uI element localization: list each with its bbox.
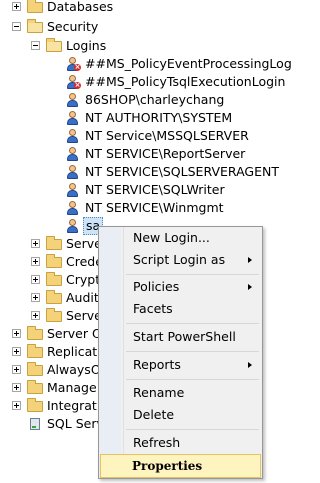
menu-item-refresh[interactable]: Refresh (100, 432, 261, 454)
login-name: NT Service\MSSQLSERVER (85, 128, 249, 143)
login-icon (65, 164, 81, 180)
login-icon (65, 92, 81, 108)
collapse-icon[interactable] (12, 22, 21, 31)
login-name: ##MS_PolicyEventProcessingLog (85, 56, 292, 71)
login-icon (65, 218, 81, 234)
expand-icon[interactable] (12, 401, 21, 410)
folder-icon (27, 398, 43, 412)
node-label: Audit (66, 290, 99, 305)
folder-icon (46, 236, 62, 250)
node-label: SQL Serv (47, 416, 104, 431)
folder-icon (46, 290, 62, 304)
menu-item-label: Start PowerShell (133, 329, 236, 344)
expand-icon[interactable] (12, 347, 21, 356)
folder-icon (46, 308, 62, 322)
node-label: Serve (66, 236, 102, 251)
menu-item-delete[interactable]: Delete (100, 404, 261, 426)
collapse-icon[interactable] (31, 41, 40, 50)
login-name: NT SERVICE\SQLWriter (85, 182, 225, 197)
node-label: Serve (66, 308, 102, 323)
menu-separator (126, 274, 259, 275)
menu-item-new-login[interactable]: New Login... (100, 227, 261, 249)
expand-icon[interactable] (31, 293, 40, 302)
login-icon (65, 146, 81, 162)
login-icon (65, 128, 81, 144)
node-label: Security (47, 19, 99, 34)
menu-item-label: New Login... (133, 230, 210, 245)
node-label: Logins (66, 38, 107, 53)
menu-item-label: Delete (133, 407, 175, 422)
login-name: NT SERVICE\ReportServer (85, 146, 246, 161)
expand-icon[interactable] (31, 311, 40, 320)
expand-icon[interactable] (31, 257, 40, 266)
menu-item-label: Rename (133, 385, 185, 400)
folder-icon (27, 362, 43, 376)
sql-agent-icon (28, 417, 42, 431)
menu-item-label: Reports (133, 357, 181, 372)
menu-item-facets[interactable]: Facets (100, 298, 261, 320)
folder-open-icon (46, 38, 62, 52)
folder-icon (27, 380, 43, 394)
menu-item-label: Script Login as (133, 252, 226, 267)
menu-item-policies[interactable]: Policies (100, 276, 261, 298)
menu-separator (126, 379, 259, 380)
disabled-login-icon: × (65, 56, 81, 72)
submenu-arrow-icon (248, 284, 252, 290)
login-name: NT SERVICE\SQLSERVERAGENT (85, 164, 279, 179)
submenu-arrow-icon (248, 362, 252, 368)
node-label: Databases (47, 0, 114, 14)
node-label: Manage (47, 380, 97, 395)
menu-separator (126, 323, 259, 324)
menu-item-label: Facets (133, 301, 173, 316)
menu-item-start-powershell[interactable]: Start PowerShell (100, 326, 261, 348)
expand-icon[interactable] (12, 383, 21, 392)
menu-item-label: Properties (132, 459, 203, 473)
login-icon (65, 182, 81, 198)
login-name: ##MS_PolicyTsqlExecutionLogin (85, 74, 286, 89)
folder-icon (27, 344, 43, 358)
menu-separator (126, 351, 259, 352)
expand-icon[interactable] (31, 275, 40, 284)
node-label: Server O (47, 326, 102, 341)
login-name: NT SERVICE\Winmgmt (85, 200, 224, 215)
expand-icon[interactable] (12, 365, 21, 374)
folder-icon (46, 254, 62, 268)
menu-item-script-login-as[interactable]: Script Login as (100, 249, 261, 271)
login-name: NT AUTHORITY\SYSTEM (85, 110, 233, 125)
menu-item-reports[interactable]: Reports (100, 354, 261, 376)
menu-item-label: Refresh (133, 435, 181, 450)
menu-item-properties[interactable]: Properties (100, 454, 261, 478)
folder-open-icon (27, 19, 43, 33)
menu-item-label: Policies (133, 279, 180, 294)
disabled-login-icon: × (65, 74, 81, 90)
folder-icon (46, 272, 62, 286)
expand-icon[interactable] (12, 2, 21, 11)
node-label: Crypt (66, 272, 101, 287)
node-label: AlwaysO (47, 362, 101, 377)
login-name: 86SHOP\charleychang (85, 92, 225, 107)
menu-separator (126, 429, 259, 430)
folder-icon (27, 326, 43, 340)
context-menu: New Login... Script Login as Policies Fa… (98, 226, 263, 479)
submenu-arrow-icon (248, 257, 252, 263)
expand-icon[interactable] (12, 329, 21, 338)
login-icon (65, 200, 81, 216)
menu-item-rename[interactable]: Rename (100, 382, 261, 404)
login-icon (65, 110, 81, 126)
expand-icon[interactable] (31, 239, 40, 248)
folder-icon (27, 0, 43, 13)
